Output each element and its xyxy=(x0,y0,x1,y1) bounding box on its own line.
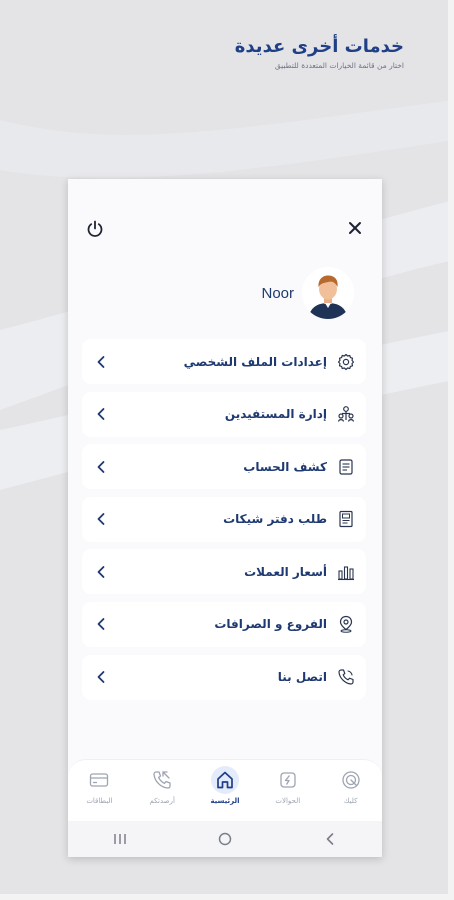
home-circle-icon xyxy=(218,832,232,846)
tab-label: أرصدتكم xyxy=(149,797,175,805)
tab-cards[interactable]: البطاقات xyxy=(70,766,128,805)
tab-transfers[interactable]: الحوالات xyxy=(259,766,317,805)
avatar-person-icon xyxy=(302,267,354,319)
menu-item-beneficiaries[interactable]: إدارة المستفيدين xyxy=(82,391,366,437)
home-icon xyxy=(210,766,239,794)
page-edge-bottom xyxy=(0,894,454,900)
chevron-left-icon xyxy=(96,407,110,421)
location-pin-icon xyxy=(336,614,356,634)
tab-label: البطاقات xyxy=(86,797,113,805)
bottom-tab-bar: البطاقات أرصدتكم الرئيسية الحوالات كليك xyxy=(68,759,382,821)
profile-name: Noor xyxy=(261,284,294,302)
back-button[interactable] xyxy=(310,825,350,853)
chevron-left-icon xyxy=(96,355,110,369)
menu-item-label: أسعار العملات xyxy=(244,564,327,579)
chevron-left-icon xyxy=(96,670,110,684)
beneficiaries-icon xyxy=(336,404,356,424)
recent-apps-icon xyxy=(114,834,127,844)
tab-label: كليك xyxy=(343,797,358,805)
system-navigation-bar xyxy=(68,821,382,857)
close-icon[interactable] xyxy=(342,215,368,241)
chevron-left-icon xyxy=(96,460,110,474)
menu-item-profile-settings[interactable]: إعدادات الملف الشخصي xyxy=(82,339,366,384)
profile-header: Noor xyxy=(261,267,354,319)
transfer-icon xyxy=(274,766,302,794)
checkbook-icon xyxy=(336,509,356,529)
promo-subtitle: اختار من قائمة الخيارات المتعددة للتطبيق xyxy=(274,61,404,70)
gear-icon xyxy=(336,352,356,372)
bar-chart-icon xyxy=(336,562,356,582)
menu-item-account-statement[interactable]: كشف الحساب xyxy=(82,444,366,490)
tab-click[interactable]: كليك xyxy=(322,766,380,805)
statement-icon xyxy=(336,457,356,477)
phone-screen: Noor إعدادات الملف الشخصي إدارة المستفيد… xyxy=(68,179,382,857)
menu-item-label: طلب دفتر شيكات xyxy=(223,512,327,527)
power-icon[interactable] xyxy=(82,216,108,242)
menu-item-label: إعدادات الملف الشخصي xyxy=(183,354,327,369)
tab-balances[interactable]: أرصدتكم xyxy=(133,766,191,805)
menu-item-contact-us[interactable]: اتصل بنا xyxy=(82,654,366,700)
menu-item-currency-rates[interactable]: أسعار العملات xyxy=(82,549,366,595)
menu-item-checkbook-request[interactable]: طلب دفتر شيكات xyxy=(82,496,366,542)
tab-home[interactable]: الرئيسية xyxy=(196,766,254,805)
back-chevron-icon xyxy=(326,833,333,845)
menu-item-branches-atms[interactable]: الفروع و الصرافات xyxy=(82,601,366,647)
chevron-left-icon xyxy=(96,565,110,579)
promo-header: خدمات أخرى عديدة اختار من قائمة الخيارات… xyxy=(235,36,404,70)
tab-label: الرئيسية xyxy=(210,797,240,805)
chevron-left-icon xyxy=(96,617,110,631)
menu-item-label: إدارة المستفيدين xyxy=(224,407,327,422)
recent-apps-button[interactable] xyxy=(100,825,140,853)
avatar[interactable] xyxy=(302,267,354,319)
phone-icon xyxy=(336,667,356,687)
transfer-phone-icon xyxy=(148,766,176,794)
click-icon xyxy=(337,766,365,794)
card-icon xyxy=(85,766,113,794)
home-button[interactable] xyxy=(205,825,245,853)
promo-title: خدمات أخرى عديدة xyxy=(234,36,404,57)
chevron-left-icon xyxy=(96,512,110,526)
menu-item-label: كشف الحساب xyxy=(243,459,327,474)
menu-item-label: اتصل بنا xyxy=(277,670,327,685)
menu-item-label: الفروع و الصرافات xyxy=(214,617,327,632)
tab-label: الحوالات xyxy=(275,797,301,805)
settings-menu: إعدادات الملف الشخصي إدارة المستفيدين كش… xyxy=(82,339,366,707)
page-edge-right xyxy=(448,0,454,900)
